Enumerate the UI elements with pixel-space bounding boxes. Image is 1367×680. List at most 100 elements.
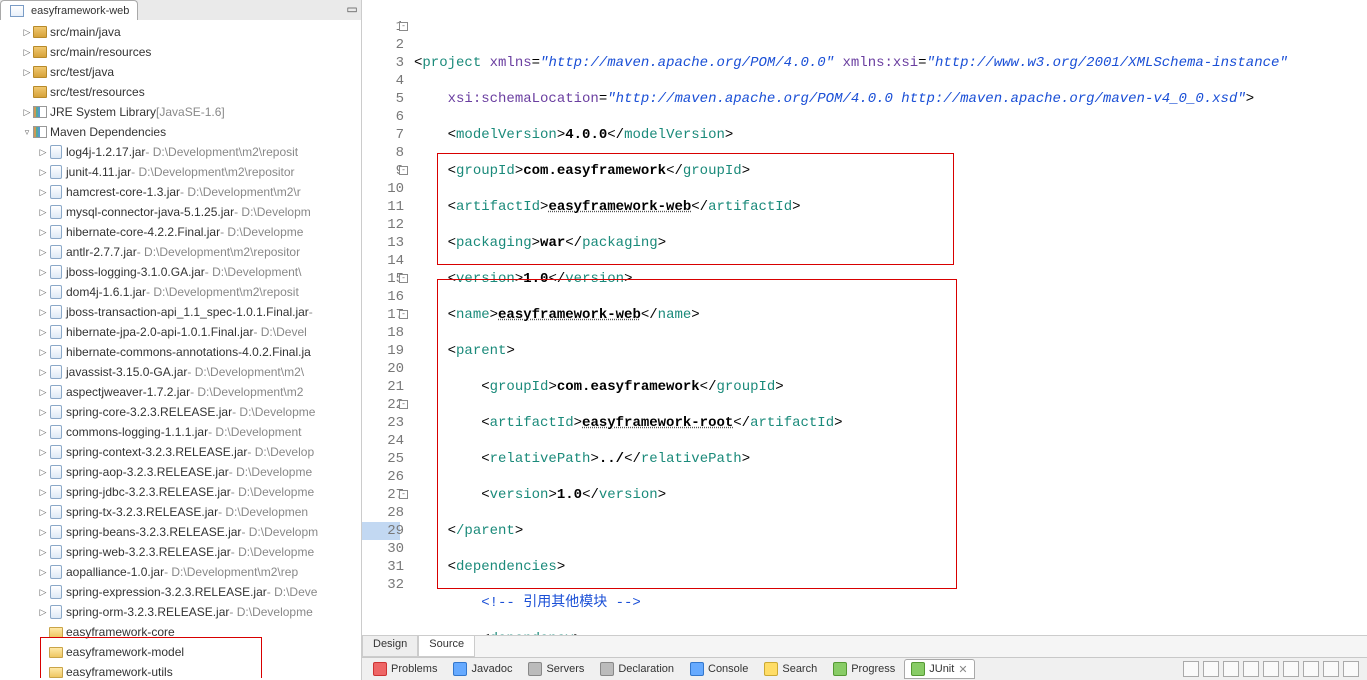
twisty-icon[interactable]: ▷ — [38, 327, 48, 338]
twisty-icon[interactable]: ▷ — [38, 467, 48, 478]
tree-item[interactable]: ▷spring-expression-3.2.3.RELEASE.jar - D… — [0, 582, 361, 602]
twisty-icon[interactable]: ▷ — [38, 527, 48, 538]
tree-item[interactable]: ▷src/test/java — [0, 62, 361, 82]
view-tab-console[interactable]: Console — [683, 659, 755, 679]
fold-toggle-icon[interactable]: - — [399, 274, 408, 283]
tree-item[interactable]: ▿Maven Dependencies — [0, 122, 361, 142]
code-area[interactable]: 1-23456789-101112131415-1617-1819202122-… — [362, 0, 1367, 635]
twisty-icon[interactable]: ▷ — [38, 187, 48, 198]
fold-toggle-icon[interactable]: - — [399, 310, 408, 319]
code-content[interactable]: <project xmlns="http://maven.apache.org/… — [414, 0, 1367, 635]
twisty-icon[interactable]: ▷ — [38, 287, 48, 298]
tab-source[interactable]: Source — [418, 636, 475, 657]
tree-item[interactable]: ▷hibernate-jpa-2.0-api-1.0.1.Final.jar -… — [0, 322, 361, 342]
twisty-icon[interactable]: ▷ — [22, 107, 32, 118]
tree-item[interactable]: ▷JRE System Library [JavaSE-1.6] — [0, 102, 361, 122]
twisty-icon[interactable]: ▷ — [38, 567, 48, 578]
line-number: 17- — [362, 306, 404, 324]
twisty-icon[interactable]: ▷ — [38, 267, 48, 278]
explorer-tab-bar: easyframework-web ▭ — [0, 0, 361, 20]
close-icon[interactable]: ✕ — [958, 663, 967, 676]
tree-item[interactable]: ▷junit-4.11.jar - D:\Development\m2\repo… — [0, 162, 361, 182]
tree-item[interactable]: src/test/resources — [0, 82, 361, 102]
tree-item[interactable]: easyframework-model — [0, 642, 361, 662]
tree-item[interactable]: easyframework-core — [0, 622, 361, 642]
tree-item[interactable]: ▷antlr-2.7.7.jar - D:\Development\m2\rep… — [0, 242, 361, 262]
toolbar-btn-4[interactable] — [1243, 661, 1259, 677]
tree-item[interactable]: ▷spring-orm-3.2.3.RELEASE.jar - D:\Devel… — [0, 602, 361, 622]
tab-design[interactable]: Design — [362, 636, 418, 657]
tree-item-sublabel: - D:\Developme — [229, 605, 312, 619]
tree-item[interactable]: ▷hibernate-core-4.2.2.Final.jar - D:\Dev… — [0, 222, 361, 242]
toolbar-btn-9[interactable] — [1343, 661, 1359, 677]
tree-item[interactable]: ▷spring-core-3.2.3.RELEASE.jar - D:\Deve… — [0, 402, 361, 422]
fold-toggle-icon[interactable]: - — [399, 490, 408, 499]
twisty-icon[interactable]: ▷ — [38, 347, 48, 358]
twisty-icon[interactable]: ▷ — [38, 587, 48, 598]
tree-item[interactable]: ▷spring-tx-3.2.3.RELEASE.jar - D:\Develo… — [0, 502, 361, 522]
tree-item-sublabel: - D:\Development\m2 — [190, 385, 303, 399]
tree-item[interactable]: ▷dom4j-1.6.1.jar - D:\Development\m2\rep… — [0, 282, 361, 302]
tree-item[interactable]: ▷log4j-1.2.17.jar - D:\Development\m2\re… — [0, 142, 361, 162]
view-tab-javadoc[interactable]: Javadoc — [446, 659, 519, 679]
twisty-icon[interactable]: ▷ — [22, 27, 32, 38]
view-tab-search[interactable]: Search — [757, 659, 824, 679]
tree-item[interactable]: ▷jboss-logging-3.1.0.GA.jar - D:\Develop… — [0, 262, 361, 282]
tree-item-label: src/test/resources — [50, 85, 145, 99]
fold-toggle-icon[interactable]: - — [399, 22, 408, 31]
javadoc-icon — [453, 662, 467, 676]
view-tab-progress[interactable]: Progress — [826, 659, 902, 679]
tree-item[interactable]: ▷hibernate-commons-annotations-4.0.2.Fin… — [0, 342, 361, 362]
tree-item[interactable]: ▷spring-beans-3.2.3.RELEASE.jar - D:\Dev… — [0, 522, 361, 542]
tree-item[interactable]: ▷javassist-3.15.0-GA.jar - D:\Developmen… — [0, 362, 361, 382]
minimize-view-icon[interactable]: ▭ — [344, 1, 360, 17]
view-tab-problems[interactable]: Problems — [366, 659, 444, 679]
twisty-icon[interactable]: ▷ — [38, 367, 48, 378]
twisty-icon[interactable]: ▷ — [38, 547, 48, 558]
tree-item[interactable]: ▷aspectjweaver-1.7.2.jar - D:\Developmen… — [0, 382, 361, 402]
twisty-icon[interactable]: ▷ — [22, 47, 32, 58]
twisty-icon[interactable]: ▷ — [38, 447, 48, 458]
twisty-icon[interactable]: ▷ — [38, 427, 48, 438]
tree-item[interactable]: ▷hamcrest-core-1.3.jar - D:\Development\… — [0, 182, 361, 202]
tree-item[interactable]: ▷aopalliance-1.0.jar - D:\Development\m2… — [0, 562, 361, 582]
twisty-icon[interactable]: ▷ — [38, 167, 48, 178]
tree-item[interactable]: ▷spring-jdbc-3.2.3.RELEASE.jar - D:\Deve… — [0, 482, 361, 502]
twisty-icon[interactable]: ▷ — [38, 247, 48, 258]
view-tab-servers[interactable]: Servers — [521, 659, 591, 679]
toolbar-btn-8[interactable] — [1323, 661, 1339, 677]
twisty-icon[interactable]: ▷ — [38, 147, 48, 158]
view-tab-label: JUnit — [929, 663, 954, 675]
twisty-icon[interactable]: ▿ — [22, 127, 32, 138]
twisty-icon[interactable]: ▷ — [38, 307, 48, 318]
tree-item[interactable]: ▷jboss-transaction-api_1.1_spec-1.0.1.Fi… — [0, 302, 361, 322]
twisty-icon[interactable]: ▷ — [38, 607, 48, 618]
twisty-icon[interactable]: ▷ — [22, 67, 32, 78]
view-tab-declaration[interactable]: Declaration — [593, 659, 681, 679]
toolbar-btn-5[interactable] — [1263, 661, 1279, 677]
twisty-icon[interactable]: ▷ — [38, 407, 48, 418]
toolbar-btn-3[interactable] — [1223, 661, 1239, 677]
tree-item[interactable]: ▷mysql-connector-java-5.1.25.jar - D:\De… — [0, 202, 361, 222]
twisty-icon[interactable]: ▷ — [38, 227, 48, 238]
twisty-icon[interactable]: ▷ — [38, 207, 48, 218]
twisty-icon[interactable]: ▷ — [38, 487, 48, 498]
tree-item[interactable]: ▷commons-logging-1.1.1.jar - D:\Developm… — [0, 422, 361, 442]
fold-toggle-icon[interactable]: - — [399, 166, 408, 175]
view-tab-junit[interactable]: JUnit ✕ — [904, 659, 974, 679]
toolbar-btn-7[interactable] — [1303, 661, 1319, 677]
tree-item[interactable]: ▷src/main/resources — [0, 42, 361, 62]
twisty-icon[interactable]: ▷ — [38, 387, 48, 398]
tree-item[interactable]: ▷src/main/java — [0, 22, 361, 42]
toolbar-btn-6[interactable] — [1283, 661, 1299, 677]
toolbar-btn-2[interactable] — [1203, 661, 1219, 677]
fold-toggle-icon[interactable]: - — [399, 400, 408, 409]
tree-item[interactable]: ▷spring-aop-3.2.3.RELEASE.jar - D:\Devel… — [0, 462, 361, 482]
tree-item[interactable]: ▷spring-web-3.2.3.RELEASE.jar - D:\Devel… — [0, 542, 361, 562]
toolbar-btn-1[interactable] — [1183, 661, 1199, 677]
twisty-icon[interactable]: ▷ — [38, 507, 48, 518]
tree-item[interactable]: ▷spring-context-3.2.3.RELEASE.jar - D:\D… — [0, 442, 361, 462]
project-tab[interactable]: easyframework-web — [0, 0, 138, 20]
tree-item[interactable]: easyframework-utils — [0, 662, 361, 678]
project-tree[interactable]: ▷src/main/java▷src/main/resources▷src/te… — [0, 20, 361, 678]
